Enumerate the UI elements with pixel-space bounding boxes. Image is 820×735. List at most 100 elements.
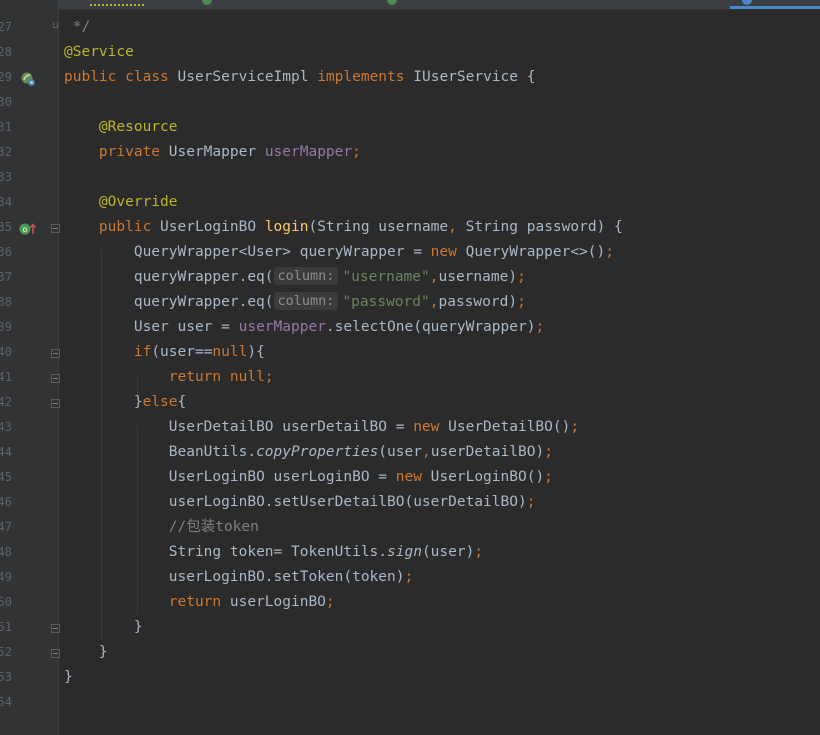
code-line[interactable]: //包装token [64, 515, 259, 540]
code-line[interactable]: queryWrapper.eq(column: "password",passwo… [64, 290, 526, 315]
code-line[interactable]: */ [64, 15, 90, 40]
keyword: implements [317, 69, 405, 85]
line-number: 40 [0, 345, 12, 359]
line-number: 46 [0, 495, 12, 509]
code-line[interactable]: if(user==null){ [64, 340, 265, 365]
line-number: 47 [0, 520, 12, 534]
code-line[interactable]: return null; [64, 365, 274, 390]
semicolon: ; [570, 419, 580, 435]
fold-marker[interactable] [51, 649, 60, 658]
code-line[interactable]: public class UserServiceImpl implements … [64, 65, 535, 90]
code-line[interactable]: UserDetailBO userDetailBO = new UserDeta… [64, 415, 579, 440]
string-literal: "password" [342, 294, 430, 310]
brace: } [98, 644, 108, 660]
code-line[interactable]: QueryWrapper<User> queryWrapper = new Qu… [64, 240, 614, 265]
code-line[interactable]: } [64, 615, 143, 640]
keyword: new [395, 469, 422, 485]
line-number: 28 [0, 45, 12, 59]
code-line[interactable]: userLoginBO.setToken(token); [64, 565, 413, 590]
string-literal: "username" [342, 269, 430, 285]
line-number: 27 [0, 20, 12, 34]
line-number: 29 [0, 70, 12, 84]
editor-tab[interactable] [200, 0, 380, 9]
keyword: return [168, 594, 222, 610]
code-line[interactable]: userLoginBO.setUserDetailBO(userDetailBO… [64, 490, 536, 515]
params: (String username [308, 219, 449, 235]
line-number: 53 [0, 670, 12, 684]
keyword: null [229, 369, 265, 385]
code-text: { [177, 394, 187, 410]
semicolon: ; [526, 494, 536, 510]
code-text: UserLoginBO() [421, 469, 545, 485]
line-number: 34 [0, 195, 12, 209]
code-line[interactable]: UserLoginBO userLoginBO = new UserLoginB… [64, 465, 553, 490]
keyword: private [98, 144, 161, 160]
code-text: UserDetailBO userDetailBO = [168, 419, 414, 435]
code-line[interactable]: BeanUtils.copyProperties(user,userDetail… [64, 440, 553, 465]
editor-tab-bar [0, 0, 820, 10]
comment-text: */ [64, 19, 91, 35]
override-marker-icon[interactable]: o [19, 221, 37, 237]
line-number: 39 [0, 320, 12, 334]
editor-tab[interactable] [380, 0, 730, 9]
semicolon: ; [404, 569, 414, 585]
semicolon: ; [544, 469, 553, 485]
code-text: userDetailBO) [430, 444, 545, 460]
code-line[interactable]: }else{ [64, 390, 186, 415]
annotation-text: @Resource [98, 119, 178, 135]
code-text: (user) [421, 544, 475, 560]
code-text: ){ [247, 344, 265, 360]
keyword: new [430, 244, 457, 260]
svg-text:o: o [23, 225, 28, 234]
line-number: 38 [0, 295, 12, 309]
fold-marker[interactable] [51, 349, 60, 358]
code-line[interactable]: @Service [64, 40, 134, 65]
interface-name: IUserService [413, 69, 519, 85]
fold-marker[interactable] [53, 22, 58, 28]
type-name: UserLoginBO [160, 219, 257, 235]
code-line[interactable]: User user = userMapper.selectOne(queryWr… [64, 315, 544, 340]
semicolon: ; [517, 294, 526, 310]
fold-marker[interactable] [51, 224, 60, 233]
line-number: 52 [0, 645, 12, 659]
code-text: (user== [151, 344, 213, 360]
code-line[interactable]: } [64, 640, 108, 665]
code-line[interactable]: public UserLoginBO login(String username… [64, 215, 623, 240]
semicolon: ; [264, 369, 274, 385]
code-text: QueryWrapper<User> queryWrapper = [133, 244, 431, 260]
semicolon: ; [517, 269, 526, 285]
code-line[interactable]: String token= TokenUtils.sign(user); [64, 540, 483, 565]
keyword: new [413, 419, 440, 435]
line-number: 48 [0, 545, 12, 559]
code-line[interactable]: private UserMapper userMapper; [64, 140, 361, 165]
parameter-hint: column: [273, 267, 339, 285]
code-text: UserDetailBO() [439, 419, 571, 435]
code-text: queryWrapper.eq( [133, 294, 274, 310]
code-line[interactable]: @Resource [64, 115, 178, 140]
code-line[interactable]: @Override [64, 190, 178, 215]
fold-marker[interactable] [51, 624, 60, 633]
semicolon: ; [352, 144, 361, 160]
code-editor[interactable]: o 27 28 29 30 31 32 33 34 35 36 37 38 39 40 41 42 43 44 45… [0, 0, 820, 735]
spring-bean-icon[interactable] [20, 71, 36, 87]
code-text: userLoginBO.setUserDetailBO(userDetailBO… [168, 494, 527, 510]
comment-text: //包装token [168, 519, 259, 535]
code-line[interactable]: return userLoginBO; [64, 590, 335, 615]
code-text: UserLoginBO userLoginBO = [168, 469, 396, 485]
semicolon: ; [605, 244, 614, 260]
fold-marker[interactable] [51, 399, 60, 408]
brace: { [526, 69, 536, 85]
code-line[interactable]: queryWrapper.eq(column: "username",userna… [64, 265, 526, 290]
fold-marker[interactable] [51, 374, 60, 383]
comma: , [448, 219, 457, 235]
code-text: userLoginBO.setToken(token) [168, 569, 405, 585]
file-type-icon [742, 0, 752, 5]
keyword: if [133, 344, 152, 360]
line-number: 32 [0, 145, 12, 159]
code-line[interactable]: } [64, 665, 73, 690]
line-number: 51 [0, 620, 12, 634]
code-text: password) [438, 294, 518, 310]
line-number: 37 [0, 270, 12, 284]
line-number: 41 [0, 370, 12, 384]
code-text: userLoginBO [221, 594, 326, 610]
